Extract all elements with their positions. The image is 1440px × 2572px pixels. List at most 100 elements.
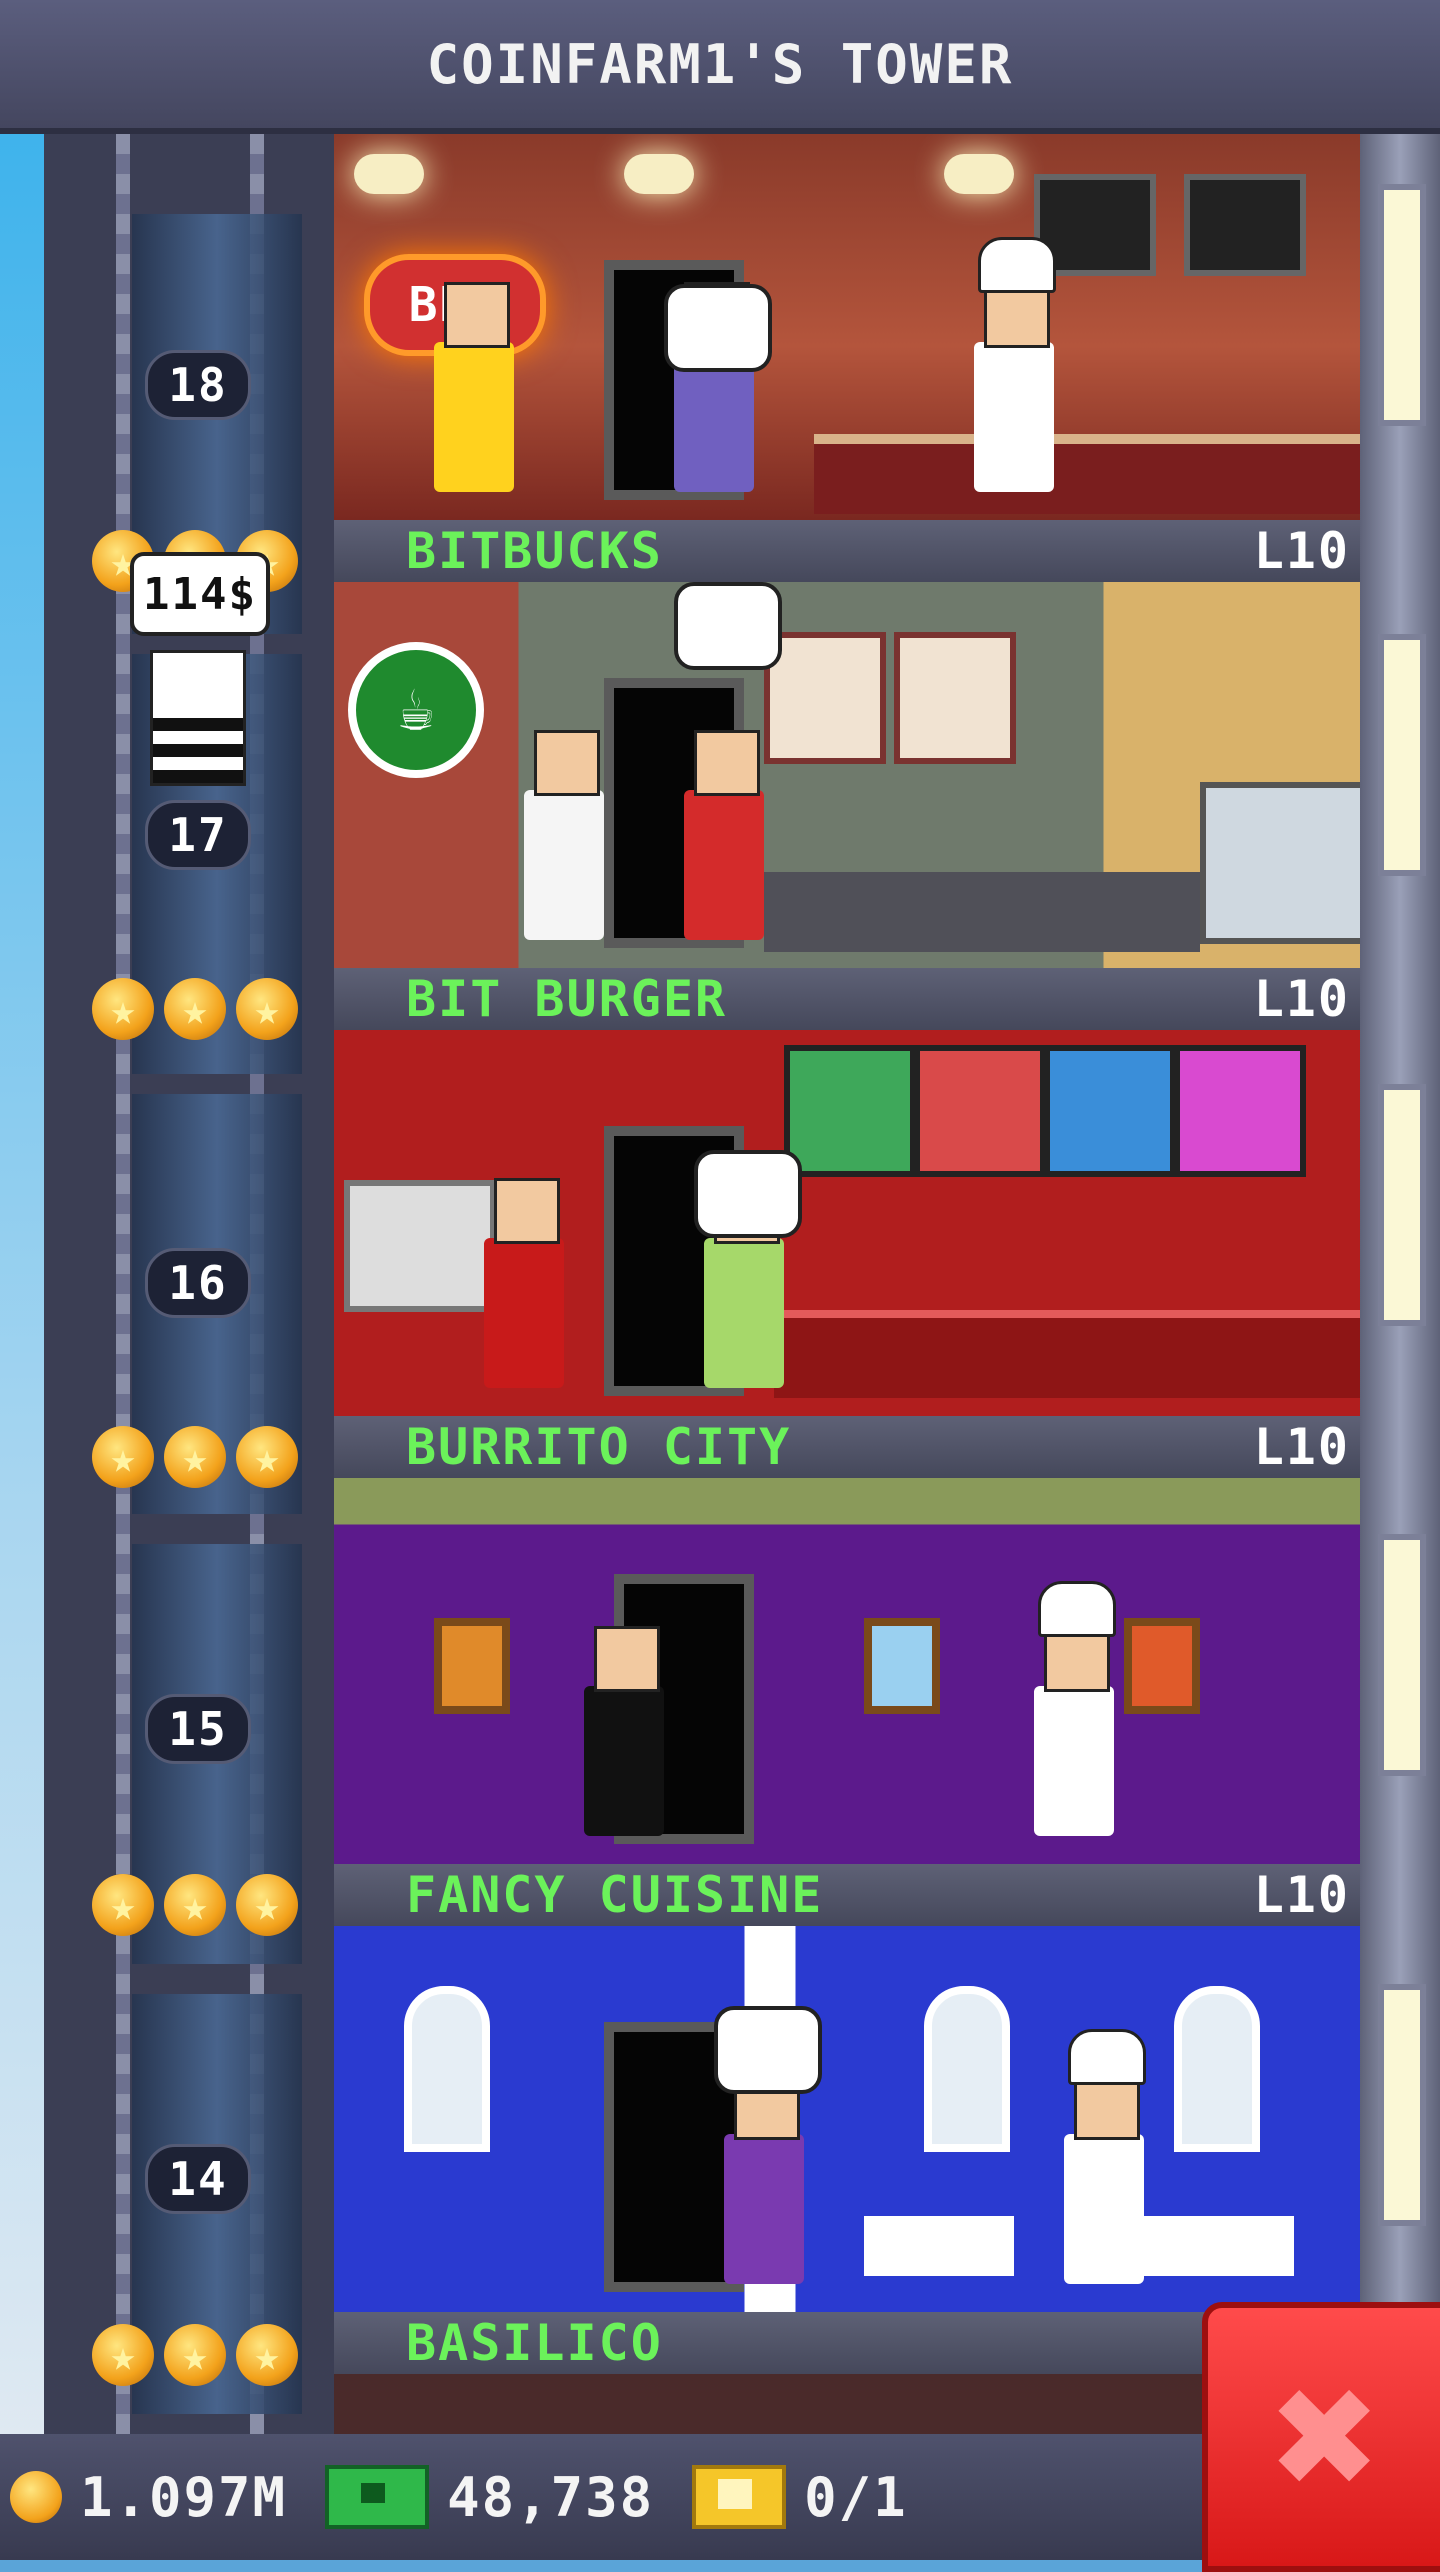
floor-label: BIT BURGER L10 (334, 968, 1360, 1030)
floor-number: 18 (145, 350, 251, 420)
tower-window (1378, 1084, 1426, 1326)
floor-number: 15 (145, 1694, 251, 1764)
floor-level: L10 (1253, 522, 1350, 580)
floor-level: L10 (1253, 1418, 1350, 1476)
drink-machine (344, 1180, 496, 1312)
floor-label: BURRITO CITY L10 (334, 1416, 1360, 1478)
floor-level: L10 (1253, 970, 1350, 1028)
customer-thought-bubble (664, 284, 772, 372)
tower-right-wall (1360, 134, 1440, 2434)
menu-board (1184, 174, 1306, 276)
top-bar: COINFARM1'S TOWER (0, 0, 1440, 134)
menu-panel (914, 1045, 1046, 1177)
menu-board (764, 632, 886, 764)
floor-stars: ★ ★ ★ (92, 1426, 298, 1488)
floor-stars: ★ ★ ★ (92, 1874, 298, 1936)
star-icon: ★ (164, 2324, 226, 2386)
passenger-fare-bubble[interactable]: 114$ (130, 552, 270, 636)
ceiling-lamp (354, 154, 424, 194)
floor-name: BURRITO CITY (406, 1418, 792, 1476)
burrito-city-room (334, 1478, 1360, 1864)
bux-value: 48,738 (447, 2465, 655, 2529)
star-icon: ★ (164, 1426, 226, 1488)
bbq-room: BBQ (334, 134, 1360, 520)
customer[interactable] (684, 730, 764, 940)
customer-thought-bubble (674, 582, 782, 670)
floor-bit-burger[interactable]: BIT BURGER L10 (334, 968, 1360, 1416)
arched-window (1174, 1986, 1260, 2152)
tower-window (1378, 1984, 1426, 2226)
arched-window (404, 1986, 490, 2152)
coin-icon (10, 2471, 62, 2523)
picture-frame (864, 1618, 940, 1714)
star-icon: ★ (92, 2324, 154, 2386)
burger-worker[interactable] (484, 1178, 564, 1388)
star-icon: ★ (236, 978, 298, 1040)
sky-background (0, 134, 44, 2434)
floor-name: BIT BURGER (406, 970, 728, 1028)
pastry-case (1200, 782, 1360, 944)
star-icon: ★ (92, 978, 154, 1040)
ceiling-lamp (624, 154, 694, 194)
menu-panel (1174, 1045, 1306, 1177)
coffee-logo-icon: ☕ (348, 642, 484, 778)
counter (774, 1310, 1360, 1398)
floor-number: 14 (145, 2144, 251, 2214)
bitbucks-room: ☕ (334, 582, 1360, 968)
menu-panel (784, 1045, 916, 1177)
floor-name: FANCY CUISINE (406, 1866, 824, 1924)
counter (814, 434, 1360, 514)
tower-window (1378, 634, 1426, 876)
floor-label: FANCY CUISINE L10 (334, 1864, 1360, 1926)
floor-bbq[interactable]: BBQ (334, 134, 1360, 520)
star-icon: ★ (236, 1426, 298, 1488)
floor-number: 16 (145, 1248, 251, 1318)
ceiling-lamp (944, 154, 1014, 194)
elevator-passenger[interactable] (150, 650, 246, 786)
customer-thought-bubble (714, 2006, 822, 2094)
star-icon: ★ (164, 978, 226, 1040)
customer[interactable] (704, 1178, 784, 1388)
close-button[interactable]: ✖ (1202, 2302, 1440, 2572)
customer-thought-bubble (694, 1150, 802, 1238)
menu-board (894, 632, 1016, 764)
floor-number: 17 (145, 800, 251, 870)
customer[interactable] (724, 2074, 804, 2284)
close-icon: ✖ (1272, 2332, 1382, 2541)
floor-name: BITBUCKS (406, 522, 663, 580)
elevator-rail-left (116, 134, 130, 2434)
floor-stars: ★ ★ ★ (92, 978, 298, 1040)
chef-worker[interactable] (974, 237, 1056, 492)
waiter-worker[interactable] (584, 1626, 664, 1836)
picture-frame (434, 1618, 510, 1714)
floor-name: BASILICO (406, 2314, 663, 2372)
counter (764, 872, 1200, 952)
dining-table (864, 2216, 1014, 2276)
floor-burrito-city[interactable]: BURRITO CITY L10 (334, 1416, 1360, 1864)
chef-worker[interactable] (1064, 2029, 1146, 2284)
chef-worker[interactable] (1034, 1581, 1116, 1836)
barista-worker[interactable] (524, 730, 604, 940)
floor-fancy-cuisine[interactable]: FANCY CUISINE L10 (334, 1864, 1360, 2312)
coins-value: 1.097M (80, 2465, 288, 2529)
floor-stars: ★ ★ ★ (92, 2324, 298, 2386)
star-icon: ★ (92, 1874, 154, 1936)
floor-bitbucks[interactable]: BITBUCKS L10 ☕ (334, 520, 1360, 968)
picture-frame (1124, 1618, 1200, 1714)
golden-ticket-icon (692, 2465, 787, 2529)
star-icon: ★ (92, 1426, 154, 1488)
floor-label: BITBUCKS L10 (334, 520, 1360, 582)
fancy-cuisine-room (334, 1926, 1360, 2312)
tower-title: COINFARM1'S TOWER (426, 32, 1014, 96)
arched-window (924, 1986, 1010, 2152)
menu-panel (1044, 1045, 1176, 1177)
floor-level: L10 (1253, 1866, 1350, 1924)
bit-burger-room (334, 1030, 1360, 1416)
star-icon: ★ (236, 1874, 298, 1936)
star-icon: ★ (164, 1874, 226, 1936)
bux-icon (325, 2465, 430, 2529)
dining-table (1144, 2216, 1294, 2276)
star-icon: ★ (236, 2324, 298, 2386)
customer[interactable] (434, 282, 514, 492)
tower-window (1378, 184, 1426, 426)
